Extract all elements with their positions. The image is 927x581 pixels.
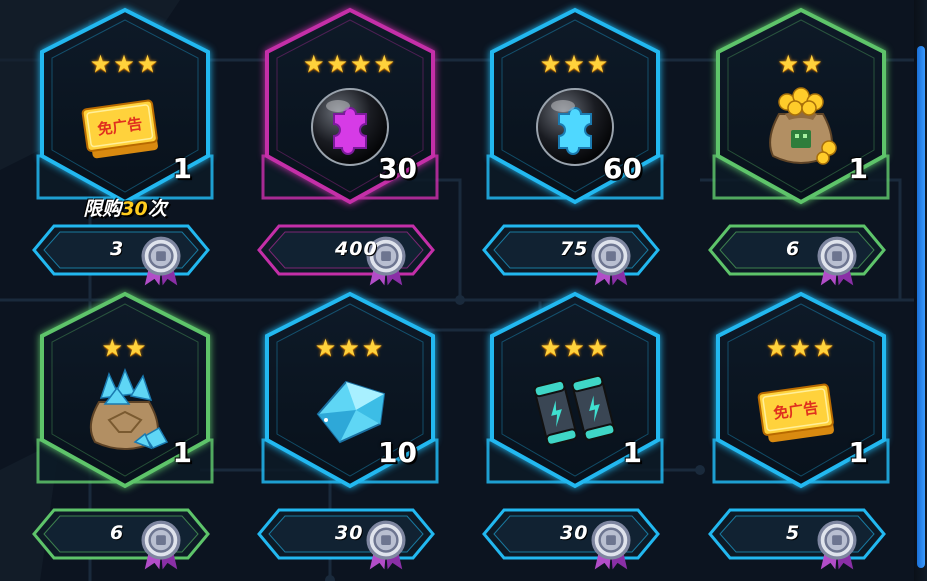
rarity-stars: ★★★ <box>539 50 611 78</box>
price-button[interactable]: 75 <box>482 224 660 286</box>
price-value: 6 <box>110 522 125 544</box>
battery-icon <box>525 368 625 454</box>
shop-panel: ★★★ 免广告 1 限购30次 3 ★★★★ 30 400 ★★★ 60 75 … <box>0 0 927 581</box>
silver-medal-icon <box>522 235 631 286</box>
silver-medal-icon <box>748 235 857 286</box>
item-quantity: 1 <box>848 152 868 185</box>
shop-item[interactable]: ★★★ 免广告 1 5 <box>706 290 896 570</box>
silver-medal-icon <box>522 519 631 570</box>
price-value: 5 <box>786 522 801 544</box>
price-button[interactable]: 400 <box>257 224 435 286</box>
price-value: 400 <box>335 238 378 260</box>
rarity-stars: ★★★★ <box>302 50 398 78</box>
rarity-stars: ★★ <box>101 334 149 362</box>
item-quantity: 1 <box>848 436 868 469</box>
ad-free-ticket-icon: 免广告 <box>751 368 851 454</box>
silver-medal-icon <box>748 519 857 570</box>
price-value: 30 <box>335 522 364 544</box>
purchase-limit: 限购30次 <box>83 198 167 220</box>
silver-medal-icon <box>297 519 406 570</box>
silver-medal-icon <box>72 235 181 286</box>
price-value: 30 <box>560 522 589 544</box>
silver-medal-icon <box>72 519 181 570</box>
shop-item[interactable]: ★★ 1 6 <box>30 290 220 570</box>
shop-item[interactable]: ★★ 1 6 <box>706 6 896 286</box>
price-value: 6 <box>786 238 801 260</box>
rarity-stars: ★★★ <box>89 50 161 78</box>
item-quantity: 30 <box>378 152 417 185</box>
price-button[interactable]: 30 <box>257 508 435 570</box>
rarity-stars: ★★ <box>777 50 825 78</box>
rarity-stars: ★★★ <box>314 334 386 362</box>
price-button[interactable]: 6 <box>32 508 210 570</box>
shop-item[interactable]: ★★★ 60 75 <box>480 6 670 286</box>
price-value: 75 <box>560 238 589 260</box>
rarity-stars: ★★★ <box>539 334 611 362</box>
rarity-stars: ★★★ <box>765 334 837 362</box>
shop-item[interactable]: ★★★★ 30 400 <box>255 6 445 286</box>
price-button[interactable]: 30 <box>482 508 660 570</box>
item-quantity: 1 <box>172 436 192 469</box>
shop-item[interactable]: ★★★ 10 30 <box>255 290 445 570</box>
item-quantity: 10 <box>378 436 417 469</box>
scrollbar-thumb[interactable] <box>917 46 925 568</box>
price-button[interactable]: 6 <box>708 224 886 286</box>
price-button[interactable]: 5 <box>708 508 886 570</box>
price-value: 3 <box>110 238 125 260</box>
price-button[interactable]: 3 <box>32 224 210 286</box>
item-quantity: 1 <box>622 436 642 469</box>
silver-medal-icon <box>297 235 406 286</box>
ad-free-ticket-icon: 免广告 <box>75 84 175 170</box>
gold-coin-bag-icon <box>751 84 851 170</box>
shop-item[interactable]: ★★★ 免广告 1 限购30次 3 <box>30 6 220 286</box>
item-quantity: 1 <box>172 152 192 185</box>
crystal-bag-icon <box>75 367 175 454</box>
item-quantity: 60 <box>603 152 642 185</box>
shop-item[interactable]: ★★★ 1 30 <box>480 290 670 570</box>
